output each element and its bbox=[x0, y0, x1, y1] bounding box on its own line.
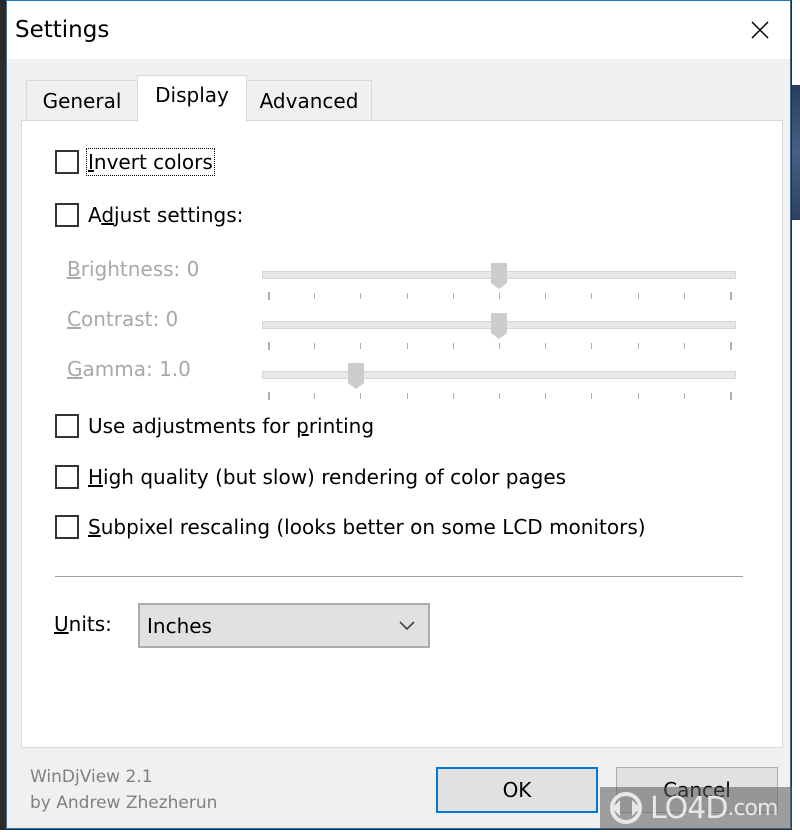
background-app-right bbox=[792, 0, 800, 837]
checkbox-box[interactable] bbox=[55, 150, 79, 174]
contrast-slider-tick bbox=[591, 343, 593, 349]
contrast-label: Contrast: 0 bbox=[67, 307, 179, 331]
close-button[interactable] bbox=[730, 1, 790, 59]
chevron-down-icon bbox=[399, 620, 415, 630]
watermark-text: LO4D bbox=[650, 790, 728, 826]
gamma-slider[interactable] bbox=[262, 371, 736, 379]
brightness-slider-thumb[interactable] bbox=[491, 263, 507, 289]
high-quality-label: High quality (but slow) rendering of col… bbox=[88, 465, 567, 489]
brightness-slider-row: Brightness: 0 bbox=[67, 251, 767, 301]
high-quality-checkbox[interactable]: High quality (but slow) rendering of col… bbox=[55, 465, 566, 489]
dialog-title: Settings bbox=[15, 17, 110, 43]
contrast-slider-tick bbox=[637, 343, 639, 349]
gamma-slider-thumb[interactable] bbox=[347, 363, 364, 389]
brightness-slider-tick bbox=[360, 293, 362, 299]
contrast-slider-tick bbox=[545, 343, 547, 349]
title-bar: Settings bbox=[7, 1, 790, 59]
watermark-overlay: LO4D .com bbox=[600, 787, 792, 829]
gamma-slider-tick bbox=[268, 392, 270, 400]
use-for-printing-checkbox[interactable]: Use adjustments for printing bbox=[55, 414, 374, 438]
gamma-slider-tick bbox=[406, 393, 408, 399]
tab-display[interactable]: Display bbox=[137, 75, 247, 122]
watermark-suffix: .com bbox=[727, 795, 778, 821]
brightness-slider-tick bbox=[268, 292, 270, 300]
contrast-slider-tick bbox=[499, 343, 500, 349]
ok-button[interactable]: OK bbox=[436, 767, 598, 813]
adjust-settings-checkbox[interactable]: Adjust settings: bbox=[55, 203, 243, 227]
checkbox-box[interactable] bbox=[55, 414, 79, 438]
background-image-fragment bbox=[792, 85, 800, 220]
gamma-slider-tick bbox=[730, 392, 732, 400]
brightness-label: Brightness: 0 bbox=[67, 257, 200, 281]
tab-advanced[interactable]: Advanced bbox=[246, 80, 372, 120]
contrast-slider-tick bbox=[452, 343, 454, 349]
checkbox-box[interactable] bbox=[55, 465, 79, 489]
invert-colors-label: Invert colors bbox=[86, 148, 215, 176]
brightness-slider-tick bbox=[683, 293, 685, 299]
brightness-slider-tick bbox=[452, 293, 454, 299]
brightness-slider-tick bbox=[591, 293, 593, 299]
brightness-slider-tick bbox=[406, 293, 408, 299]
contrast-slider-tick bbox=[314, 343, 316, 349]
gamma-slider-tick bbox=[683, 393, 685, 399]
units-label: Units: bbox=[54, 612, 112, 636]
app-version: WinDjView 2.1 bbox=[30, 767, 153, 787]
gamma-label: Gamma: 1.0 bbox=[67, 357, 191, 381]
contrast-slider-row: Contrast: 0 bbox=[67, 301, 767, 351]
units-dropdown[interactable]: Inches bbox=[138, 603, 430, 648]
tab-general[interactable]: General bbox=[26, 80, 138, 120]
invert-colors-checkbox[interactable]: Invert colors bbox=[55, 148, 215, 176]
gamma-slider-tick bbox=[591, 393, 593, 399]
subpixel-label: Subpixel rescaling (looks better on some… bbox=[88, 515, 646, 539]
subpixel-checkbox[interactable]: Subpixel rescaling (looks better on some… bbox=[55, 515, 646, 539]
app-author: by Andrew Zhezherun bbox=[30, 793, 218, 813]
brightness-slider-tick bbox=[730, 292, 732, 300]
background-app-bottom bbox=[0, 830, 800, 837]
settings-dialog: Settings General Display Advanced Invert… bbox=[6, 0, 791, 829]
gamma-slider-tick bbox=[499, 393, 500, 399]
brightness-slider-tick bbox=[637, 293, 639, 299]
checkbox-box[interactable] bbox=[55, 203, 79, 227]
contrast-slider-tick bbox=[683, 343, 685, 349]
contrast-slider-tick bbox=[406, 343, 408, 349]
adjust-settings-label: Adjust settings: bbox=[88, 203, 244, 227]
close-icon bbox=[751, 21, 769, 39]
gamma-slider-row: Gamma: 1.0 bbox=[67, 351, 767, 401]
checkbox-box[interactable] bbox=[55, 515, 79, 539]
about-credits: WinDjView 2.1 by Andrew Zhezherun bbox=[30, 764, 217, 816]
gamma-slider-tick bbox=[545, 393, 547, 399]
display-tab-panel: Invert colors Adjust settings: Brightnes… bbox=[21, 120, 783, 748]
brightness-slider-tick bbox=[499, 293, 500, 299]
gamma-slider-tick bbox=[637, 393, 639, 399]
gamma-slider-tick bbox=[360, 393, 362, 399]
use-for-printing-label: Use adjustments for printing bbox=[88, 414, 375, 438]
brightness-slider-tick bbox=[545, 293, 547, 299]
separator bbox=[55, 576, 743, 578]
gamma-slider-tick bbox=[452, 393, 454, 399]
gamma-slider-tick bbox=[314, 393, 316, 399]
brightness-slider-tick bbox=[314, 293, 316, 299]
units-selected-value: Inches bbox=[147, 613, 212, 638]
contrast-slider-thumb[interactable] bbox=[491, 313, 507, 339]
contrast-slider-tick bbox=[360, 343, 362, 349]
lo4d-logo-icon bbox=[610, 792, 642, 824]
contrast-slider-tick bbox=[730, 342, 732, 350]
contrast-slider-tick bbox=[268, 342, 270, 350]
